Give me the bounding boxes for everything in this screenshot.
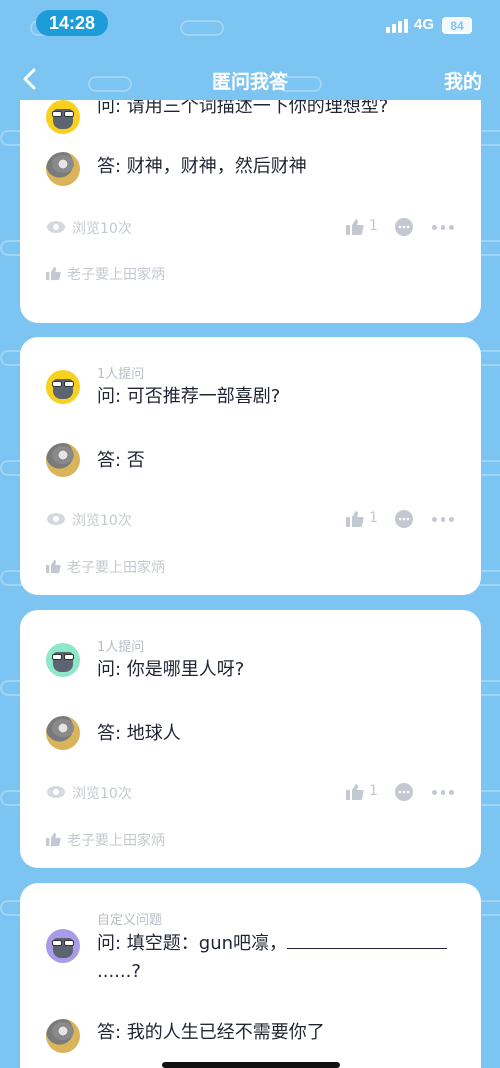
asker-avatar [46,100,80,134]
qa-card[interactable]: 问: 请用三个词描述一下你的理想型? 答: 财神，财神，然后财神 浏览10次 1 [20,100,481,323]
liker-name[interactable]: 老子要上田家炳 [67,830,165,850]
question-prefix: 问: 填空题：gun吧凛， [97,933,288,954]
liker-name[interactable]: 老子要上田家炳 [67,557,165,577]
status-time: 14:28 [36,10,108,36]
fill-blank-line [287,929,448,949]
home-indicator[interactable] [162,1062,340,1068]
answerer-avatar [46,716,80,750]
my-button[interactable]: 我的 [444,67,482,94]
asker-avatar [46,370,80,404]
card-stats: 浏览10次 1 [46,509,455,531]
comment-icon[interactable] [394,217,414,237]
asker-count-label: 1人提问 [97,367,145,382]
eye-icon [47,221,65,233]
thumbs-up-icon [46,832,61,847]
question-suffix: ......? [97,961,141,982]
view-count: 浏览10次 [72,786,132,802]
qa-card[interactable]: 1人提问 问: 可否推荐一部喜剧? 答: 否 浏览10次 1 老子要上田家炳 [20,337,481,595]
question-text: 问: 请用三个词描述一下你的理想型? [97,100,389,117]
answer-text: 答: 否 [97,450,145,471]
like-count: 1 [369,218,378,234]
custom-question-label: 自定义问题 [97,913,163,928]
view-count: 浏览10次 [72,513,132,529]
question-text: 问: 填空题：gun吧凛， ......? [97,929,457,986]
more-icon[interactable] [432,790,455,796]
more-icon[interactable] [432,517,455,523]
network-label: 4G [414,16,435,33]
asker-count-label: 1人提问 [97,640,145,655]
question-text: 问: 可否推荐一部喜剧? [97,386,281,407]
battery-icon: 84 [442,17,472,34]
question-text: 问: 你是哪里人呀? [97,659,245,680]
card-stats: 浏览10次 1 [46,217,455,239]
more-icon[interactable] [432,225,455,231]
view-count: 浏览10次 [72,221,132,237]
answerer-avatar [46,152,80,186]
nav-bar: 匿问我答 我的 [0,56,500,102]
thumbs-up-icon [46,266,61,281]
like-count: 1 [369,510,378,526]
status-bar: 14:28 4G 84 [0,0,500,46]
like-count: 1 [369,783,378,799]
thumbs-up-icon[interactable] [346,218,364,236]
asker-avatar [46,643,80,677]
qa-card[interactable]: 1人提问 问: 你是哪里人呀? 答: 地球人 浏览10次 1 老子要上田家炳 [20,610,481,868]
card-stats: 浏览10次 1 [46,782,455,804]
answer-text: 答: 财神，财神，然后财神 [97,156,307,177]
comment-icon[interactable] [394,782,414,802]
comment-icon[interactable] [394,509,414,529]
thumbs-up-icon[interactable] [346,783,364,801]
eye-icon [47,786,65,798]
page-title: 匿问我答 [211,71,288,93]
thumbs-up-icon[interactable] [346,510,364,528]
signal-icon [386,19,408,33]
thumbs-up-icon [46,559,61,574]
answer-text: 答: 地球人 [97,723,181,744]
answerer-avatar [46,443,80,477]
asker-avatar [46,929,80,963]
answer-text: 答: 我的人生已经不需要你了 [97,1022,325,1043]
qa-card[interactable]: 自定义问题 问: 填空题：gun吧凛， ......? 答: 我的人生已经不需要… [20,883,481,1068]
liker-name[interactable]: 老子要上田家炳 [67,264,165,284]
qa-feed[interactable]: 问: 请用三个词描述一下你的理想型? 答: 财神，财神，然后财神 浏览10次 1 [0,100,500,1068]
eye-icon [47,513,65,525]
answerer-avatar [46,1019,80,1053]
